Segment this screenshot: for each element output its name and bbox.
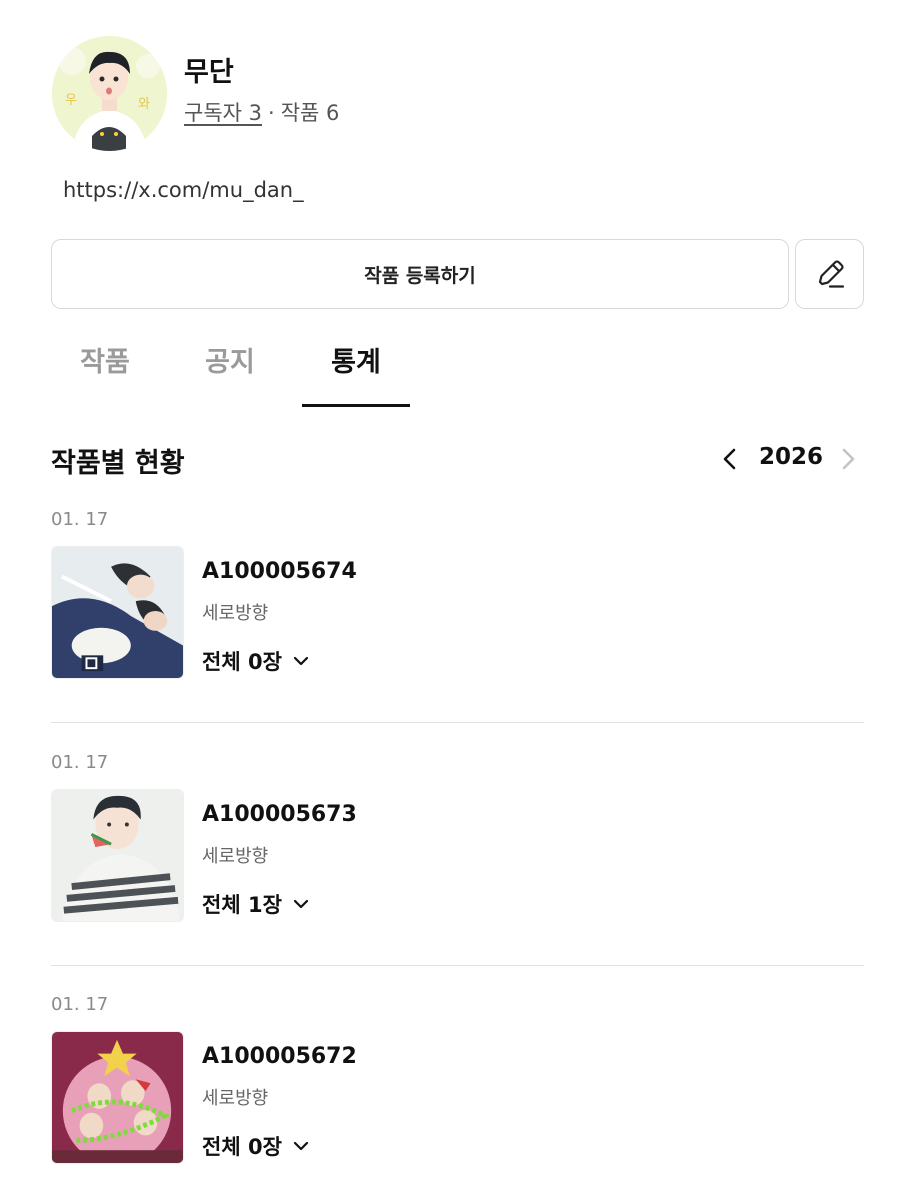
register-work-button[interactable]: 작품 등록하기 [51,239,789,309]
entry-date: 01. 17 [51,752,109,773]
total-count: 전체 0장 [202,650,282,674]
work-thumbnail[interactable] [51,1031,184,1164]
thumbnail-image [52,790,183,921]
tab-bar: 작품 공지 통계 [51,340,864,410]
work-id[interactable]: A100005672 [202,1044,357,1069]
tab-works[interactable]: 작품 [51,340,159,408]
meta-separator: · [268,101,275,125]
entry-divider [51,722,864,723]
chevron-left-icon[interactable] [715,444,745,474]
chevron-down-icon [293,656,308,666]
work-orientation: 세로방향 [202,846,269,867]
svg-text:우: 우 [65,93,77,108]
total-count: 전체 1장 [202,893,282,917]
works-count: 작품 6 [280,101,340,125]
chevron-down-icon [293,1141,308,1151]
profile-meta: 구독자 3 · 작품 6 [184,97,339,127]
profile-name: 무단 [184,57,234,88]
total-dropdown[interactable]: 전체 0장 [202,646,310,676]
avatar-illustration: 우 와 [52,36,167,151]
chevron-down-icon [293,899,308,909]
total-dropdown[interactable]: 전체 1장 [202,889,310,919]
thumbnail-image [52,1032,183,1163]
year-navigator: 2026 [715,440,865,478]
work-orientation: 세로방향 [202,603,269,624]
profile-link[interactable]: https://x.com/mu_dan_ [63,178,304,202]
thumbnail-image [52,547,183,678]
tab-stats[interactable]: 통계 [302,340,410,408]
profile-avatar[interactable]: 우 와 [52,36,167,151]
year-label: 2026 [759,444,824,470]
work-id[interactable]: A100005674 [202,559,357,584]
work-thumbnail[interactable] [51,546,184,679]
work-orientation: 세로방향 [202,1088,269,1109]
work-thumbnail[interactable] [51,789,184,922]
subscribers-link[interactable]: 구독자 3 [184,101,262,125]
chevron-right-icon[interactable] [833,444,863,474]
tab-notice[interactable]: 공지 [176,340,284,408]
entry-date: 01. 17 [51,509,109,530]
active-tab-indicator [302,404,410,407]
entry-divider [51,965,864,966]
svg-text:와: 와 [138,97,150,112]
pencil-icon [818,260,844,288]
section-title: 작품별 현황 [51,448,185,479]
total-dropdown[interactable]: 전체 0장 [202,1131,310,1161]
page: 우 와 무단 구독자 3 · 작품 6 https://x.com/mu_dan_ … [0,0,921,1200]
total-count: 전체 0장 [202,1135,282,1159]
edit-profile-button[interactable] [795,239,864,309]
entry-date: 01. 17 [51,994,109,1015]
work-id[interactable]: A100005673 [202,802,357,827]
